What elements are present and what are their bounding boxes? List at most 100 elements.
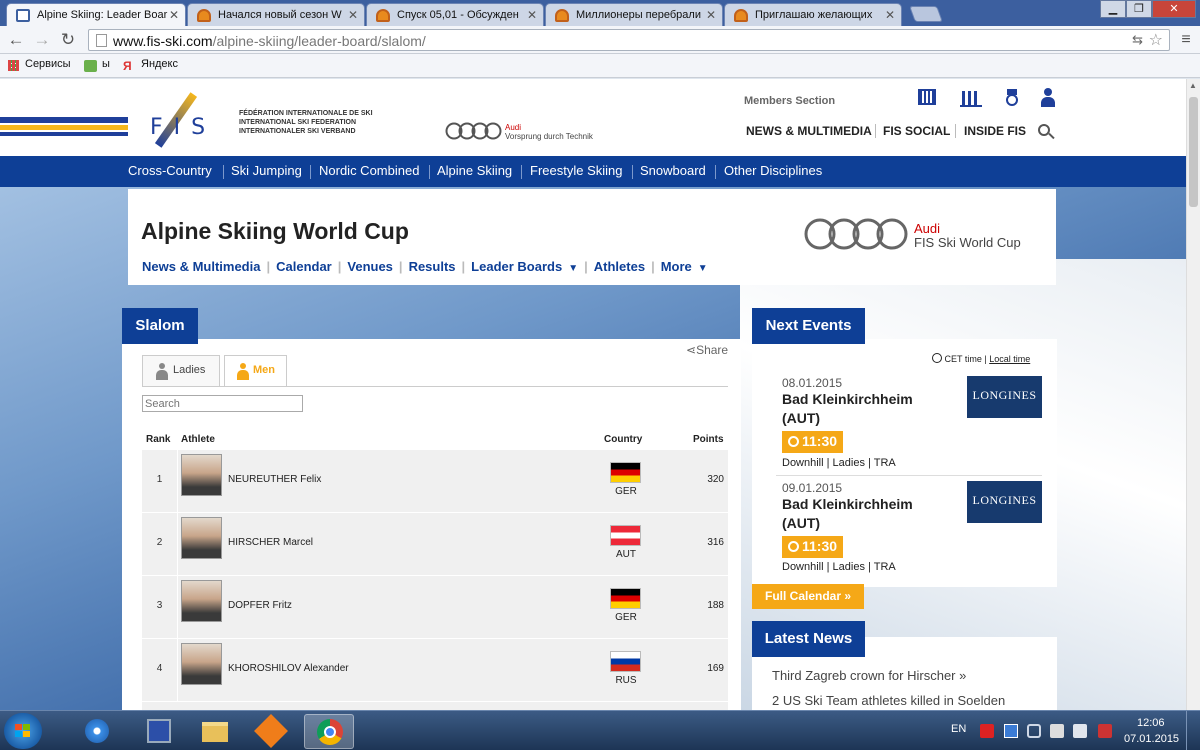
media-player-icon[interactable] — [72, 714, 122, 749]
event-place[interactable]: Bad Kleinkirchheim — [782, 495, 913, 514]
bookmark-yandex[interactable]: Яндекс — [141, 58, 178, 70]
members-section-link[interactable]: Members Section — [744, 95, 835, 107]
table-row[interactable]: 4 KHOROSHILOV Alexander RUS 169 — [142, 639, 728, 702]
event-place[interactable]: Bad Kleinkirchheim — [782, 390, 913, 409]
menu-calendar[interactable]: Calendar — [276, 259, 332, 274]
tray-app-icon[interactable] — [1027, 724, 1041, 738]
medal-icon[interactable] — [1005, 89, 1019, 107]
menu-athletes[interactable]: Athletes — [594, 259, 645, 274]
search-icon[interactable] — [1038, 124, 1056, 142]
longines-logo[interactable]: LONGINES — [967, 376, 1042, 418]
audi-world-cup-sponsor[interactable]: Audi FIS Ski World Cup — [804, 217, 1021, 254]
athlete-name[interactable]: HIRSCHER Marcel — [228, 537, 313, 548]
calendar-icon[interactable] — [918, 89, 936, 105]
ranking-chart-icon[interactable] — [960, 91, 982, 107]
search-input[interactable] — [142, 395, 303, 412]
athlete-photo[interactable] — [181, 517, 222, 559]
top-link-news[interactable]: NEWS & MULTIMEDIA — [746, 124, 872, 138]
new-tab-button[interactable] — [909, 6, 943, 22]
nav-nordic-combined[interactable]: Nordic Combined — [319, 163, 419, 178]
athlete-name[interactable]: DOPFER Fritz — [228, 600, 292, 611]
volume-icon[interactable] — [1073, 724, 1087, 738]
bookmark-star-icon[interactable]: ☆ — [1149, 30, 1163, 50]
orange-app-icon[interactable] — [246, 714, 296, 749]
save-floppy-icon[interactable] — [134, 714, 184, 749]
user-icon[interactable] — [1041, 88, 1055, 108]
scroll-up-icon[interactable]: ▲ — [1189, 81, 1197, 90]
news-item[interactable]: Third Zagreb crown for Hirscher » — [772, 668, 966, 683]
translate-icon[interactable]: ⇆ — [1132, 32, 1143, 48]
browser-tab[interactable]: Alpine Skiing: Leader Boar ✕ — [6, 3, 186, 26]
menu-icon[interactable]: ≡ — [1176, 30, 1196, 50]
clock-time[interactable]: 12:06 — [1137, 717, 1165, 729]
chevron-down-icon[interactable]: ▼ — [568, 263, 578, 274]
browser-tab[interactable]: Спуск 05,01 - Обсужден ✕ — [366, 3, 544, 26]
folder-icon[interactable] — [190, 714, 240, 749]
column-header-country[interactable]: Country — [604, 434, 642, 445]
close-icon[interactable]: ✕ — [348, 8, 358, 22]
top-link-social[interactable]: FIS SOCIAL — [883, 124, 950, 138]
menu-more[interactable]: More — [661, 259, 692, 274]
table-row[interactable]: 2 HIRSCHER Marcel AUT 316 — [142, 513, 728, 576]
news-item[interactable]: 2 US Ski Team athletes killed in Soelden — [772, 693, 1005, 708]
column-header-points[interactable]: Points — [693, 434, 724, 445]
nav-alpine-skiing[interactable]: Alpine Skiing — [437, 163, 512, 178]
back-arrow-icon[interactable]: ← — [6, 30, 26, 50]
event-meta[interactable]: Downhill | Ladies | TRA — [782, 561, 896, 573]
close-icon[interactable]: ✕ — [885, 8, 895, 22]
athlete-name[interactable]: NEUREUTHER Felix — [228, 474, 321, 485]
athlete-name[interactable]: KHOROSHILOV Alexander — [228, 663, 349, 674]
tab-ladies[interactable]: Ladies — [142, 355, 220, 386]
event-meta[interactable]: Downhill | Ladies | TRA — [782, 457, 896, 469]
network-icon[interactable] — [1050, 724, 1064, 738]
nav-freestyle-skiing[interactable]: Freestyle Skiing — [530, 163, 622, 178]
top-link-inside[interactable]: INSIDE FIS — [964, 124, 1026, 138]
minimize-button[interactable]: ▁ — [1100, 0, 1126, 18]
tray-app-icon[interactable] — [1004, 724, 1018, 738]
table-row[interactable]: 1 NEUREUTHER Felix GER 320 — [142, 450, 728, 513]
chevron-down-icon[interactable]: ▼ — [698, 263, 708, 274]
browser-tab[interactable]: Начался новый сезон W ✕ — [187, 3, 365, 26]
column-header-rank[interactable]: Rank — [146, 434, 170, 445]
menu-leader-boards[interactable]: Leader Boards — [471, 259, 562, 274]
audi-sponsor-small[interactable]: Audi Vorsprung durch Technik — [445, 121, 593, 144]
table-row[interactable] — [142, 702, 728, 710]
athlete-photo[interactable] — [181, 580, 222, 622]
nav-snowboard[interactable]: Snowboard — [640, 163, 706, 178]
cet-time-option[interactable]: CET time — [945, 354, 982, 364]
athlete-photo[interactable] — [181, 643, 222, 685]
bookmark-y[interactable]: ы — [102, 58, 110, 70]
menu-results[interactable]: Results — [409, 259, 456, 274]
fis-logo[interactable]: F I S — [150, 87, 220, 148]
menu-news[interactable]: News & Multimedia — [142, 259, 260, 274]
chrome-icon[interactable] — [304, 714, 354, 749]
page-scrollbar[interactable]: ▲ — [1186, 79, 1200, 710]
forward-arrow-icon[interactable]: → — [32, 30, 52, 50]
browser-tab[interactable]: Миллионеры перебрали ✕ — [545, 3, 723, 26]
column-header-athlete[interactable]: Athlete — [181, 434, 215, 445]
close-icon[interactable]: ✕ — [706, 8, 716, 22]
close-icon[interactable]: ✕ — [527, 8, 537, 22]
address-bar[interactable]: www.fis-ski.com/alpine-skiing/leader-boa… — [88, 29, 1170, 51]
window-close-button[interactable]: ✕ — [1152, 0, 1196, 18]
nav-ski-jumping[interactable]: Ski Jumping — [231, 163, 302, 178]
show-desktop-button[interactable] — [1186, 711, 1200, 750]
local-time-option[interactable]: Local time — [989, 354, 1030, 364]
antivirus-tray-icon[interactable] — [980, 724, 994, 738]
notification-flag-icon[interactable] — [1098, 724, 1112, 738]
maximize-button[interactable]: ❐ — [1126, 0, 1152, 18]
language-indicator[interactable]: EN — [951, 723, 966, 735]
athlete-photo[interactable] — [181, 454, 222, 496]
bookmark-services[interactable]: Сервисы — [25, 58, 71, 70]
nav-cross-country[interactable]: Cross-Country — [128, 163, 212, 178]
menu-venues[interactable]: Venues — [347, 259, 393, 274]
close-icon[interactable]: ✕ — [169, 8, 179, 22]
share-button[interactable]: ⋖Share — [686, 343, 728, 357]
browser-tab[interactable]: Приглашаю желающих ✕ — [724, 3, 902, 26]
start-button[interactable] — [4, 713, 42, 749]
tab-men[interactable]: Men — [224, 355, 287, 387]
reload-icon[interactable]: ↻ — [58, 30, 78, 50]
nav-other-disciplines[interactable]: Other Disciplines — [724, 163, 822, 178]
clock-date[interactable]: 07.01.2015 — [1124, 733, 1179, 745]
scrollbar-thumb[interactable] — [1189, 97, 1198, 207]
